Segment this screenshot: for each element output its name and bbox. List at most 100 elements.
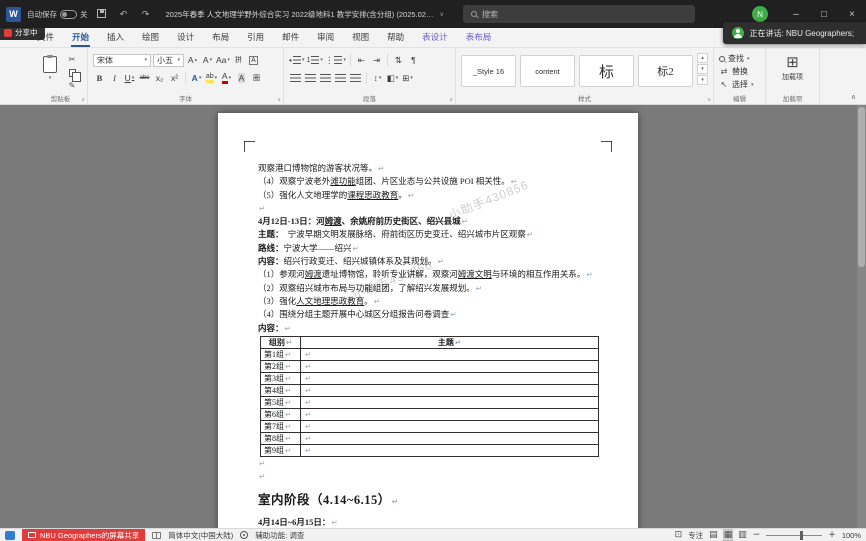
doc-paragraph[interactable]: ↵ xyxy=(258,470,600,483)
replace-button[interactable]: ⇄ 替换 xyxy=(719,65,760,78)
clipboard-dialog-launcher[interactable]: ∨ xyxy=(81,97,85,103)
doc-paragraph[interactable]: （5）强化人文地理学的课程思政教育。↵ xyxy=(258,189,600,202)
superscript-button[interactable]: x² xyxy=(168,72,181,85)
group-cell[interactable]: 第7组↵ xyxy=(261,420,301,432)
document-page[interactable]: 小助手430856 小助手430856 观察港口博物馆的游客状况等。↵（4）观察… xyxy=(218,113,638,528)
topic-cell[interactable]: ↵ xyxy=(301,372,599,384)
group-cell[interactable]: 第2组↵ xyxy=(261,360,301,372)
group-cell[interactable]: 第6组↵ xyxy=(261,408,301,420)
tab-审阅[interactable]: 审阅 xyxy=(308,28,343,47)
account-avatar[interactable]: N xyxy=(752,6,768,22)
distribute-button[interactable] xyxy=(349,72,362,85)
document-title[interactable]: 2025年春季 人文地理学野外综合实习 2022级地科1 教学安排(含分组) (… xyxy=(166,9,434,20)
group-cell[interactable]: 第1组↵ xyxy=(261,348,301,360)
style-chip[interactable]: content xyxy=(520,55,575,87)
groups-table[interactable]: 组别↵主题↵第1组↵↵第2组↵↵第3组↵↵第4组↵↵第5组↵↵第6组↵↵第7组↵… xyxy=(260,336,599,457)
change-case-button[interactable]: Aa▾ xyxy=(216,54,230,67)
save-button[interactable] xyxy=(94,9,110,20)
doc-heading[interactable]: 室内阶段（4.14~6.15）↵ xyxy=(258,492,600,510)
doc-paragraph[interactable]: （4）观察宁波老外滩功能组团、片区业态与公共设施 POI 相关性。↵ xyxy=(258,175,600,188)
group-cell[interactable]: 第5组↵ xyxy=(261,396,301,408)
shrink-font-button[interactable]: A▾ xyxy=(201,54,214,67)
font-dialog-launcher[interactable]: ∨ xyxy=(277,97,281,103)
character-border-button[interactable]: A xyxy=(247,54,260,67)
tab-引用[interactable]: 引用 xyxy=(238,28,273,47)
screen-share-badge[interactable]: NBU Geographers的屏幕共享 xyxy=(22,529,145,541)
show-marks-button[interactable]: ¶ xyxy=(407,54,420,67)
paragraph-dialog-launcher[interactable]: ∨ xyxy=(449,97,453,103)
paste-button[interactable]: ▾ xyxy=(39,54,61,83)
tab-布局[interactable]: 布局 xyxy=(203,28,238,47)
italic-button[interactable]: I xyxy=(108,72,121,85)
font-name-combo[interactable]: 宋体 ▾ xyxy=(93,54,151,67)
scrollbar-thumb[interactable] xyxy=(858,107,865,267)
style-chip[interactable]: 标 xyxy=(579,55,634,87)
undo-button[interactable]: ↶ xyxy=(116,9,132,20)
doc-paragraph[interactable]: （2）观察绍兴城市布局与功能组团，了解绍兴发展规划。↵ xyxy=(258,282,600,295)
doc-paragraph[interactable]: ↵ xyxy=(258,457,600,470)
tab-邮件[interactable]: 邮件 xyxy=(273,28,308,47)
focus-icon[interactable]: ⊡ xyxy=(675,530,683,540)
format-painter-button[interactable]: ✎ xyxy=(65,80,79,91)
gallery-up-button[interactable]: ▴ xyxy=(697,53,708,63)
title-caret-icon[interactable]: ∨ xyxy=(439,11,443,18)
tab-帮助[interactable]: 帮助 xyxy=(378,28,413,47)
doc-paragraph[interactable]: 内容：↵ xyxy=(258,322,600,335)
tab-绘图[interactable]: 绘图 xyxy=(133,28,168,47)
highlight-button[interactable]: ab▾ xyxy=(205,72,218,85)
borders-button[interactable]: ⊞▾ xyxy=(401,72,414,85)
cut-button[interactable]: ✂ xyxy=(65,54,79,65)
web-layout-button[interactable]: ▥ xyxy=(738,530,747,540)
gallery-down-button[interactable]: ▾ xyxy=(697,64,708,74)
meeting-audio-icon[interactable] xyxy=(5,531,15,540)
bullets-button[interactable]: •▾ xyxy=(289,54,305,67)
topic-cell[interactable]: ↵ xyxy=(301,384,599,396)
font-color-button[interactable]: A▾ xyxy=(220,72,233,85)
table-header-cell[interactable]: 组别↵ xyxy=(261,336,301,348)
line-spacing-button[interactable]: ↕▾ xyxy=(371,72,384,85)
text-effects-button[interactable]: A▾ xyxy=(190,72,203,85)
zoom-level[interactable]: 100% xyxy=(842,531,861,540)
tab-插入[interactable]: 插入 xyxy=(98,28,133,47)
font-size-combo[interactable]: 小五 ▾ xyxy=(153,54,184,67)
collapse-ribbon-button[interactable]: ∧ xyxy=(851,93,856,101)
doc-paragraph[interactable]: 4月12日-13日：河姆渡、余姚府前历史街区、绍兴县城↵ xyxy=(258,215,600,228)
enclose-characters-button[interactable]: 圈 xyxy=(250,72,263,85)
proofing-icon[interactable] xyxy=(152,532,161,539)
grow-font-button[interactable]: A▴ xyxy=(186,54,199,67)
tab-设计[interactable]: 设计 xyxy=(168,28,203,47)
addins-button[interactable]: ⊞ 加载项 xyxy=(771,55,814,82)
bold-button[interactable]: B xyxy=(93,72,106,85)
character-shading-button[interactable]: A xyxy=(235,72,248,85)
doc-paragraph[interactable]: （4）围绕分组主题开展中心城区分组报告问卷调查↵ xyxy=(258,308,600,321)
language-status[interactable]: 简体中文(中国大陆) xyxy=(168,530,233,541)
zoom-out-button[interactable]: − xyxy=(753,530,761,540)
strikethrough-button[interactable]: abc xyxy=(138,72,151,85)
align-right-button[interactable] xyxy=(319,72,332,85)
group-cell[interactable]: 第8组↵ xyxy=(261,432,301,444)
topic-cell[interactable]: ↵ xyxy=(301,396,599,408)
subscript-button[interactable]: x₂ xyxy=(153,72,166,85)
vertical-scrollbar[interactable] xyxy=(857,105,866,528)
doc-paragraph[interactable]: （3）强化人文地理思政教育。↵ xyxy=(258,295,600,308)
style-chip[interactable]: 标2 xyxy=(638,55,693,87)
focus-label[interactable]: 专注 xyxy=(688,530,703,541)
autosave-switch-icon[interactable] xyxy=(60,10,77,19)
multilevel-list-button[interactable]: ⋮▾ xyxy=(325,54,346,67)
phonetic-guide-button[interactable]: 拼 xyxy=(232,54,245,67)
topic-cell[interactable]: ↵ xyxy=(301,360,599,372)
tab-视图[interactable]: 视图 xyxy=(343,28,378,47)
align-center-button[interactable] xyxy=(304,72,317,85)
zoom-slider[interactable] xyxy=(766,535,822,536)
decrease-indent-button[interactable]: ⇤ xyxy=(355,54,368,67)
topic-cell[interactable]: ↵ xyxy=(301,432,599,444)
group-cell[interactable]: 第3组↵ xyxy=(261,372,301,384)
doc-paragraph[interactable]: 内容：绍兴行政变迁、绍兴城镇体系及其规划。↵ xyxy=(258,255,600,268)
find-button[interactable]: 查找 ▾ xyxy=(719,52,760,65)
justify-button[interactable] xyxy=(334,72,347,85)
print-layout-button[interactable]: ▦ xyxy=(724,530,733,540)
doc-paragraph[interactable]: 4月14日~6月15日：↵ xyxy=(258,516,600,528)
tab-开始[interactable]: 开始 xyxy=(63,28,98,47)
tab-表设计[interactable]: 表设计 xyxy=(413,28,457,47)
zoom-in-button[interactable]: + xyxy=(828,530,836,540)
